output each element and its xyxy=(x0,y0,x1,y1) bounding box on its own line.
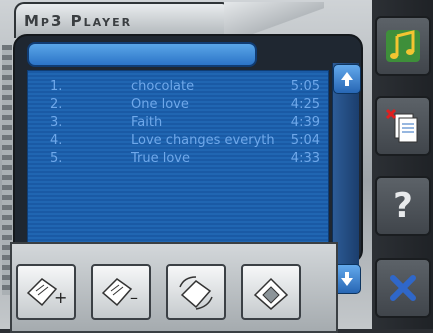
track-number: 4. xyxy=(50,133,63,148)
arrow-down-icon xyxy=(341,272,353,286)
track-row[interactable]: 4. Love changes everyth 5:04 xyxy=(28,133,328,151)
track-title: One love xyxy=(131,97,189,112)
track-number: 5. xyxy=(50,151,63,166)
track-row[interactable]: 1. chocolate 5:05 xyxy=(28,79,328,97)
track-title: Faith xyxy=(131,115,163,130)
scroll-up-button[interactable] xyxy=(333,64,361,94)
help-button[interactable]: ? xyxy=(375,176,431,236)
track-duration: 5:05 xyxy=(290,79,320,94)
music-note-icon xyxy=(386,30,420,62)
reorder-track-button[interactable] xyxy=(166,264,226,320)
delete-files-icon xyxy=(385,108,418,143)
track-duration: 4:39 xyxy=(290,115,320,130)
track-number: 2. xyxy=(50,97,63,112)
track-number: 1. xyxy=(50,79,63,94)
app-title: Mp3 Player xyxy=(24,12,133,30)
playlist: 1. chocolate 5:05 2. One love 4:25 3. Fa… xyxy=(27,70,329,252)
track-duration: 4:33 xyxy=(290,151,320,166)
track-title: Love changes everyth xyxy=(131,133,275,148)
save-disk-icon xyxy=(253,277,289,310)
player-frame: Mp3 Player 1. chocolate 5:05 2. One love… xyxy=(0,0,372,333)
close-x-icon xyxy=(390,275,416,301)
add-track-button[interactable]: + xyxy=(16,264,76,320)
track-row[interactable]: 5. True love 4:33 xyxy=(28,151,328,169)
track-title: chocolate xyxy=(131,79,195,94)
delete-files-button[interactable] xyxy=(375,96,431,156)
track-duration: 4:25 xyxy=(290,97,320,112)
track-row[interactable]: 3. Faith 4:39 xyxy=(28,115,328,133)
rotate-file-icon xyxy=(179,276,213,310)
save-playlist-button[interactable] xyxy=(241,264,301,320)
title-tab-edge xyxy=(224,2,324,36)
track-number: 3. xyxy=(50,115,63,130)
arrow-up-icon xyxy=(341,72,353,86)
track-duration: 5:04 xyxy=(290,133,320,148)
playlist-header-bar xyxy=(27,42,257,67)
svg-text:–: – xyxy=(130,288,138,307)
remove-track-button[interactable]: – xyxy=(91,264,151,320)
help-icon: ? xyxy=(393,186,413,226)
close-button[interactable] xyxy=(375,258,431,318)
remove-file-icon: – xyxy=(101,278,138,307)
svg-text:+: + xyxy=(54,288,67,307)
music-button[interactable] xyxy=(375,16,431,76)
track-row[interactable]: 2. One love 4:25 xyxy=(28,97,328,115)
add-file-icon: + xyxy=(26,278,67,307)
track-title: True love xyxy=(131,151,191,166)
